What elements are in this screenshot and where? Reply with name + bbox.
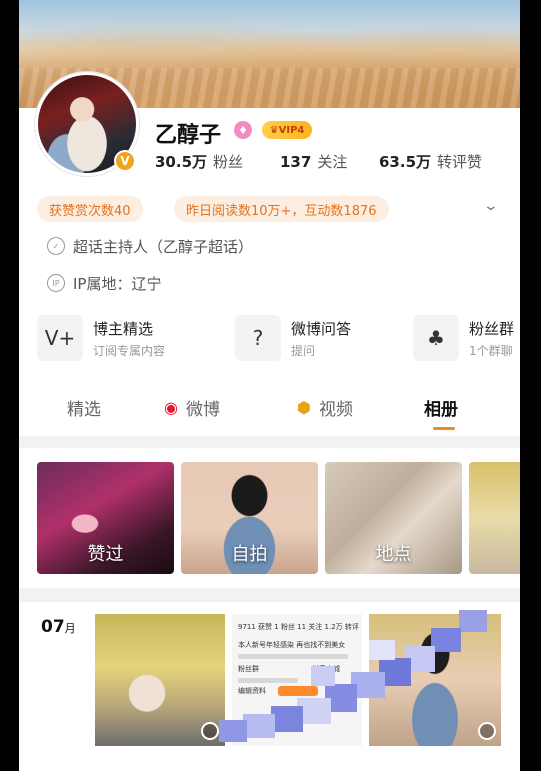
- video-icon: ⬢: [297, 398, 311, 417]
- shield-icon: ✓: [47, 237, 65, 255]
- ip-text: IP属地：辽宁: [73, 274, 162, 293]
- feature-fan-group[interactable]: ♣ 粉丝群 1个群聊: [413, 313, 514, 363]
- verified-badge-icon: V: [114, 150, 136, 172]
- tab-label: 相册: [424, 400, 458, 420]
- tab-label: 精选: [67, 400, 101, 420]
- feature-subtitle: 1个群聊: [469, 343, 513, 358]
- screenshot-button: [278, 686, 318, 696]
- stat-number: 30.5万: [155, 153, 208, 171]
- album-label: 地点: [375, 544, 412, 565]
- stat-label: 粉丝: [213, 153, 244, 171]
- read-stats-pill[interactable]: 昨日阅读数10万+，互动数1876: [174, 196, 389, 222]
- live-photo-icon: [478, 722, 496, 740]
- album-liked[interactable]: 赞过: [37, 462, 174, 574]
- group-icon: ♣: [413, 315, 459, 361]
- question-icon: ?: [235, 315, 281, 361]
- section-divider: [19, 436, 520, 448]
- stat-label: 转评赞: [437, 153, 483, 171]
- vip-level: VIP4: [278, 124, 305, 136]
- album-location[interactable]: 地点: [325, 462, 462, 574]
- photo-thumbnail[interactable]: 9711 获赞 1 粉丝 11 关注 1.2万 转评 本人新号年轻感染 再也找不…: [232, 614, 362, 746]
- stat-number: 137: [280, 153, 312, 171]
- month-unit: 月: [64, 622, 76, 635]
- feature-subtitle: 订阅专属内容: [93, 343, 166, 358]
- album-label: 赞过: [87, 544, 124, 565]
- active-tab-indicator: [433, 427, 455, 430]
- month-label: 07月: [41, 617, 76, 637]
- host-text: 超话主持人（乙醇子超话）: [73, 237, 254, 256]
- stat-engagement[interactable]: 63.5万 转评赞: [379, 151, 482, 172]
- profile-stats: 30.5万 粉丝 137 关注 63.5万 转评赞: [155, 151, 515, 173]
- album-label: 自拍: [231, 544, 268, 565]
- stat-followers[interactable]: 30.5万 粉丝: [155, 151, 243, 172]
- feature-title: 博主精选: [93, 319, 154, 338]
- tab-featured[interactable]: 精选: [67, 395, 101, 420]
- tab-label: 视频: [318, 400, 353, 420]
- feature-qa[interactable]: ? 微博问答提问: [235, 313, 351, 363]
- album-selfie[interactable]: 自拍: [181, 462, 318, 574]
- vip-badge-icon[interactable]: ♛ VIP4: [262, 121, 312, 139]
- host-info-row[interactable]: ✓ 超话主持人（乙醇子超话）: [47, 235, 253, 257]
- chevron-down-icon[interactable]: ⌄: [483, 198, 499, 214]
- feature-title: 粉丝群: [469, 319, 515, 338]
- tab-weibo[interactable]: ◉ 微博: [164, 395, 220, 420]
- month-number: 07: [41, 617, 65, 637]
- placeholder-line: [238, 654, 348, 659]
- reward-count-pill[interactable]: 获赞赏次数40: [37, 196, 143, 222]
- screenshot-button-text: 编辑资料: [238, 687, 266, 695]
- placeholder-line: [238, 678, 298, 683]
- weibo-icon: ◉: [164, 398, 178, 417]
- profile-screen: V 乙醇子 ♦ ♛ VIP4 30.5万 粉丝 137 关注 63.5万 转评赞 获赞赏…: [19, 0, 520, 771]
- screenshot-shop-text: 粉丝群: [238, 665, 259, 673]
- tab-video[interactable]: ⬢ 视频: [297, 395, 353, 420]
- feature-blogger-picks[interactable]: V+ 博主精选订阅专属内容: [37, 313, 165, 363]
- tab-album[interactable]: 相册: [424, 395, 458, 420]
- album-more[interactable]: [469, 462, 520, 574]
- tab-label: 微博: [185, 400, 220, 420]
- stat-label: 关注: [317, 153, 348, 171]
- ip-icon: IP: [47, 274, 65, 292]
- profile-name: 乙醇子: [155, 123, 222, 148]
- ip-location-row: IP IP属地：辽宁: [47, 272, 161, 294]
- v-plus-icon: V+: [37, 315, 83, 361]
- supertopic-icon[interactable]: ♦: [234, 121, 252, 139]
- feature-subtitle: 提问: [291, 343, 316, 358]
- profile-tabs: 精选 ◉ 微博 ⬢ 视频 相册: [19, 385, 520, 433]
- section-divider: [19, 588, 520, 602]
- stat-following[interactable]: 137 关注: [280, 151, 347, 172]
- stat-number: 63.5万: [379, 153, 432, 171]
- feature-title: 微博问答: [291, 319, 352, 338]
- screenshot-fans-text: 抖音商城: [312, 665, 340, 673]
- screenshot-stats-text: 9711 获赞 1 粉丝 11 关注 1.2万 转评: [238, 623, 359, 631]
- live-photo-icon: [201, 722, 219, 740]
- screenshot-line-text: 本人新号年轻感染 再也找不到美女: [238, 641, 346, 649]
